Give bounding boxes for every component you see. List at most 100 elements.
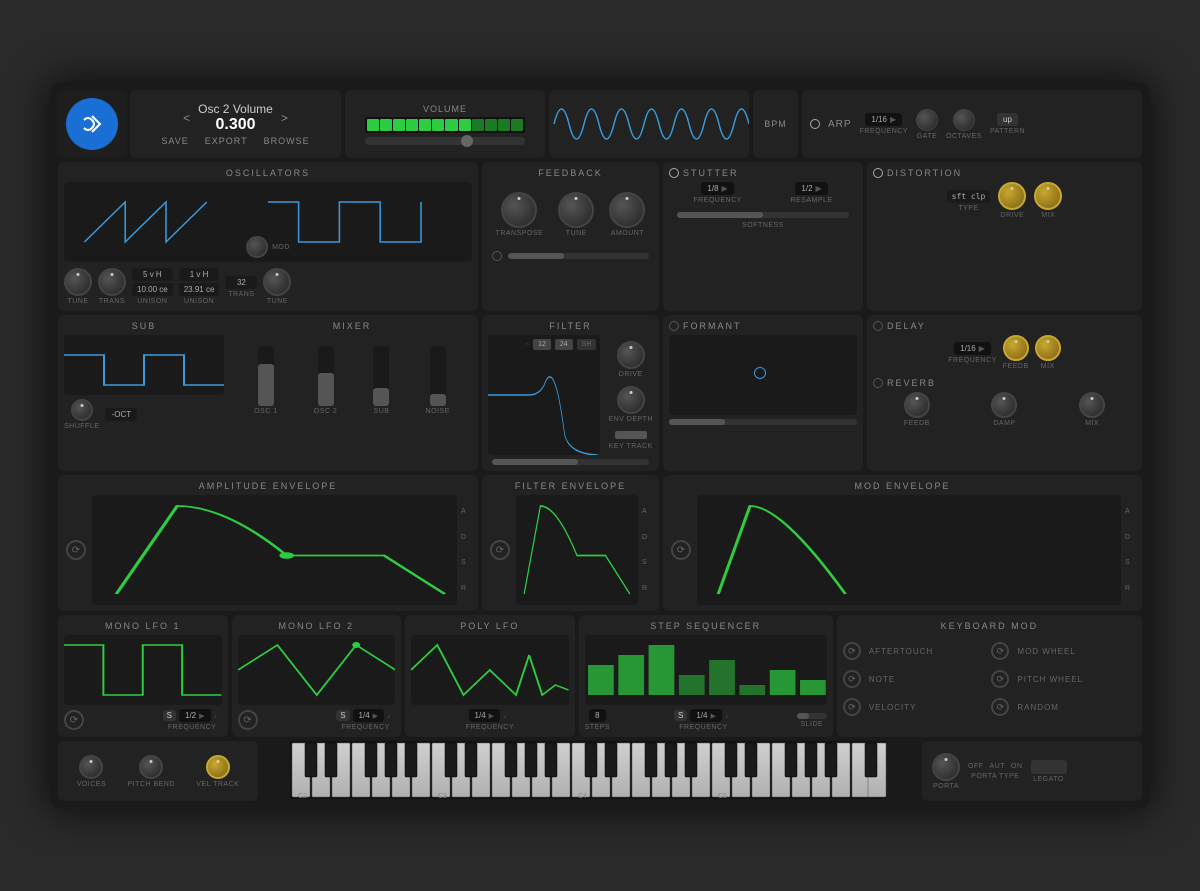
mixer-osc1-fader[interactable] [258,364,274,406]
poly-lfo-note-icon: ♩ [503,711,511,720]
osc-trans-knob[interactable] [98,268,126,296]
c4-label: C4 [578,793,587,800]
stutter-resample-display: 1/2 ▶ [795,182,827,195]
filter-env-s-label: S [642,559,650,566]
formant-display [669,335,857,415]
distortion-mix-knob[interactable] [1034,182,1062,210]
formant-power-button[interactable] [669,321,679,331]
pitch-wheel-label: PITCH WHEEL [1017,675,1083,684]
step-seq-slide-slider[interactable] [797,713,827,719]
arp-octaves-label: OCTAVES [946,133,982,140]
mono-lfo1-sync-select[interactable]: S [163,710,176,721]
vol-bar-11 [498,119,510,131]
mixer-noise-channel: NOISE [426,346,450,415]
mixer-sub-label: SUB [373,408,389,415]
c3-label: C3 [438,793,447,800]
amount-knob[interactable] [609,192,645,228]
delay-feedb-knob[interactable] [1003,335,1029,361]
mod-env-a-label: A [1125,508,1133,515]
mixer-sub-fader-track [373,346,389,406]
filter-type-sh[interactable]: SH [577,339,597,350]
reverb-power-button[interactable] [873,378,883,388]
next-preset-button[interactable]: > [281,111,288,125]
vel-track-knob[interactable] [206,755,230,779]
poly-lfo-freq-display: 1/4 ▶ [469,709,501,722]
step-seq-frequency-label: FREQUENCY [679,724,727,731]
filter-type-12[interactable]: 12 [533,339,551,350]
amp-env-curve [92,495,457,605]
mono-lfo1-waveform [64,635,222,705]
save-button[interactable]: SAVE [161,136,188,146]
mixer-noise-fader-track [430,346,446,406]
keyboard-main[interactable]: C2 C3 C4 C5 [262,741,918,801]
formant-point[interactable] [754,367,766,379]
transpose-knob[interactable] [501,192,537,228]
amp-env-r-label: R [461,585,469,592]
voices-knob[interactable] [79,755,103,779]
pitch-bend-knob[interactable] [139,755,163,779]
vol-bar-12 [511,119,523,131]
browse-button[interactable]: BROWSE [264,136,310,146]
reverb-damp-knob[interactable] [991,392,1017,418]
on-label[interactable]: ON [1011,763,1023,770]
filter-drive-knob[interactable] [617,341,645,369]
stutter-softness-slider[interactable] [677,212,849,218]
off-label[interactable]: OFF [968,763,984,770]
reverb-damp-label: DAMP [993,420,1015,427]
mono-lfo1-panel: MONO LFO 1 ⟳ S 1/2 ▶ [58,615,228,737]
arp-octaves-knob[interactable] [953,109,975,131]
mixer-noise-fader[interactable] [430,394,446,406]
oct-display: -OCT [105,408,137,421]
filter-cutoff-slider[interactable] [492,459,649,465]
distortion-drive-knob[interactable] [998,182,1026,210]
arp-power-button[interactable] [810,119,820,129]
preset-buttons: SAVE EXPORT BROWSE [161,136,309,146]
porta-knob[interactable] [932,753,960,781]
reverb-mix-knob[interactable] [1079,392,1105,418]
pitch-wheel-row: ⟳ PITCH WHEEL [991,670,1136,688]
mono-lfo2-sync-select[interactable]: S [336,710,349,721]
mod-env-s-label: S [1125,559,1133,566]
osc-mod-knob[interactable] [246,236,268,258]
feedback-slider[interactable] [508,253,649,259]
distortion-power-button[interactable] [873,168,883,178]
distortion-title: DISTORTION [887,168,962,178]
formant-slider[interactable] [669,419,857,425]
step-seq-freq-value: 1/4 [696,711,707,720]
legato-toggle[interactable] [1031,760,1067,774]
amp-env-title: AMPLITUDE ENVELOPE [64,481,472,491]
waveform-display [549,90,749,158]
mixer-sub-fader[interactable] [373,388,389,406]
mod-env-display [697,495,1121,605]
filter-key-track-slider[interactable] [615,431,647,439]
step-seq-sync-select[interactable]: S [674,710,687,721]
osc-tune-knob[interactable] [64,268,92,296]
shuffle-knob[interactable] [71,399,93,421]
distortion-mix-group: MIX [1034,182,1062,219]
arp-pattern-select[interactable]: up [997,113,1018,126]
osc-tune2-knob[interactable] [263,268,291,296]
mono-lfo1-display [64,635,222,705]
volume-slider[interactable] [365,137,525,145]
feedback-power-button[interactable] [492,251,502,261]
export-button[interactable]: EXPORT [205,136,248,146]
prev-preset-button[interactable]: < [183,111,190,125]
filter-drive-group: DRIVE [608,341,653,378]
osc-trans2-label: TRANS [228,291,254,298]
keyboard-left: VOICES PITCH BEND VEL TRACK [58,741,258,801]
tune-knob[interactable] [558,192,594,228]
delay-power-button[interactable] [873,321,883,331]
logo [66,98,118,150]
filter-key-track-group: KEY TRACK [608,431,653,450]
mono-lfo2-icon: ⟳ [238,710,258,730]
c2-label: C2 [298,793,307,800]
stutter-resample-value: 1/2 [801,184,812,193]
filter-type-24[interactable]: 24 [555,339,573,350]
mixer-osc2-fader[interactable] [318,373,334,406]
aut-label[interactable]: AUT [990,763,1006,770]
filter-env-depth-knob[interactable] [617,386,645,414]
arp-gate-knob[interactable] [916,109,938,131]
delay-mix-knob[interactable] [1035,335,1061,361]
reverb-feedb-knob[interactable] [904,392,930,418]
stutter-power-button[interactable] [669,168,679,178]
